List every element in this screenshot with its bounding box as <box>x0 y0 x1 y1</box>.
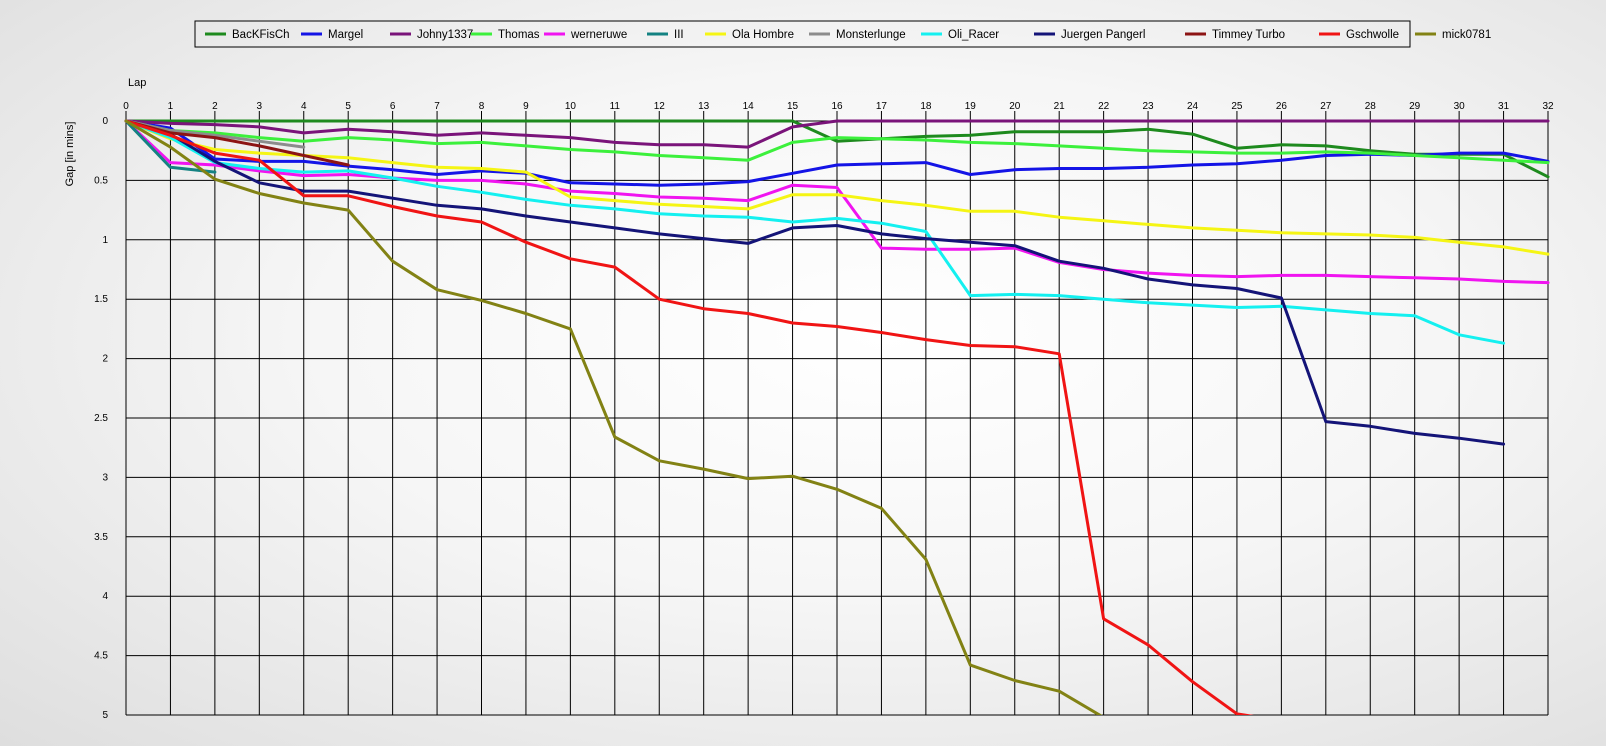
y-tick-label: 4.5 <box>94 651 108 662</box>
y-tick-label: 3.5 <box>94 532 108 543</box>
x-axis-label: Lap <box>128 77 146 89</box>
legend-label: Johny1337 <box>417 29 473 41</box>
y-tick-label: 4 <box>102 591 108 602</box>
legend-label: Juergen Pangerl <box>1061 29 1145 41</box>
x-tick-label: 8 <box>479 101 485 112</box>
x-tick-label: 30 <box>1454 101 1466 112</box>
x-tick-label: 10 <box>565 101 577 112</box>
legend-label: Margel <box>328 29 363 41</box>
x-tick-label: 7 <box>434 101 440 112</box>
x-tick-label: 21 <box>1054 101 1066 112</box>
x-tick-label: 18 <box>920 101 932 112</box>
x-tick-label: 12 <box>654 101 666 112</box>
x-ticks: 0 1 2 3 4 5 6 7 8 9 10 11 12 13 14 15 16 17 18 19 20 21 22 23 24… <box>123 101 1554 112</box>
x-tick-label: 11 <box>610 101 621 112</box>
legend-label: werneruwe <box>570 29 627 41</box>
x-tick-label: 32 <box>1542 101 1554 112</box>
x-tick-label: 2 <box>212 101 218 112</box>
legend-label: Gschwolle <box>1346 29 1399 41</box>
y-tick-label: 0 <box>102 116 108 127</box>
y-axis-label: Gap [in mins] <box>64 122 76 187</box>
x-tick-label: 15 <box>787 101 799 112</box>
x-tick-label: 0 <box>123 101 129 112</box>
y-tick-label: 1 <box>102 235 108 246</box>
x-tick-label: 26 <box>1276 101 1288 112</box>
x-tick-label: 17 <box>876 101 888 112</box>
x-tick-label: 9 <box>523 101 529 112</box>
legend-label: Thomas <box>498 29 540 41</box>
x-tick-label: 28 <box>1365 101 1377 112</box>
x-tick-label: 19 <box>965 101 977 112</box>
gap-chart: BacKFisCh Margel Johny1337 Thomas werneruwe I… <box>64 20 1554 721</box>
x-tick-label: 1 <box>168 101 174 112</box>
legend-label: Monsterlunge <box>836 29 906 41</box>
x-tick-label: 14 <box>743 101 755 112</box>
x-tick-label: 31 <box>1498 101 1510 112</box>
legend-label: BacKFisCh <box>232 29 290 41</box>
x-tick-label: 13 <box>698 101 710 112</box>
x-tick-label: 20 <box>1009 101 1021 112</box>
x-tick-label: 3 <box>257 101 263 112</box>
x-tick-label: 4 <box>301 101 307 112</box>
y-ticks: 0 0.5 1 1.5 2 2.5 3 3.5 4 4.5 5 <box>94 116 108 721</box>
legend-label: mick0781 <box>1442 29 1491 41</box>
x-tick-label: 16 <box>831 101 843 112</box>
grid <box>125 111 1549 716</box>
x-tick-label: 27 <box>1320 101 1332 112</box>
x-tick-label: 6 <box>390 101 396 112</box>
legend-label: Ola Hombre <box>732 29 794 41</box>
y-tick-label: 0.5 <box>94 175 108 186</box>
y-tick-label: 2 <box>102 354 108 365</box>
legend-label: Oli_Racer <box>948 29 999 41</box>
legend-label: III <box>674 29 684 41</box>
y-tick-label: 3 <box>102 472 108 483</box>
legend-label: Timmey Turbo <box>1212 29 1285 41</box>
x-tick-label: 25 <box>1231 101 1243 112</box>
x-tick-label: 23 <box>1143 101 1155 112</box>
y-tick-label: 1.5 <box>94 294 108 305</box>
x-tick-label: 5 <box>345 101 351 112</box>
y-tick-label: 2.5 <box>94 413 108 424</box>
x-tick-label: 29 <box>1409 101 1421 112</box>
y-tick-label: 5 <box>102 710 108 721</box>
legend: BacKFisCh Margel Johny1337 Thomas werneruwe I… <box>194 20 1491 48</box>
x-tick-label: 22 <box>1098 101 1110 112</box>
x-tick-label: 24 <box>1187 101 1199 112</box>
